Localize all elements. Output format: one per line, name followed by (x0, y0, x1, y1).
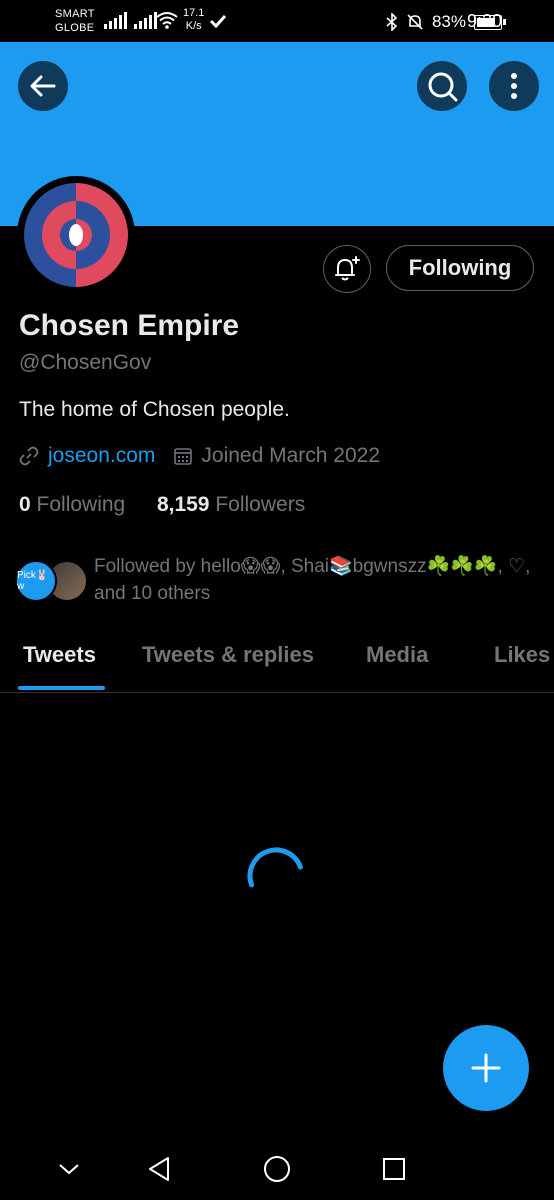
chevron-down-icon (59, 1164, 79, 1175)
profile-name: Chosen Empire (19, 309, 240, 342)
avatar-emblem-icon (24, 183, 128, 287)
signal-icon (104, 11, 127, 29)
profile-meta: joseon.com Joined March 2022 (19, 444, 380, 468)
carrier-line2: GLOBE (55, 22, 95, 34)
notify-bell-button[interactable] (323, 245, 371, 293)
search-icon (428, 72, 458, 102)
carrier-line1: SMART (55, 8, 95, 20)
check-icon (209, 14, 227, 28)
back-arrow-icon (30, 75, 56, 97)
mutual-avatar: Pick🐰w (15, 560, 57, 602)
search-button[interactable] (417, 61, 467, 111)
link-icon (19, 446, 39, 466)
following-count-link[interactable]: 0 Following (19, 493, 125, 516)
battery-percent: 83% (431, 12, 466, 31)
bluetooth-icon (386, 13, 398, 31)
signal-icon (134, 11, 157, 29)
tab-media[interactable]: Media (366, 642, 428, 668)
bell-plus-icon (335, 256, 360, 281)
triangle-back-icon (149, 1157, 169, 1181)
back-button[interactable] (18, 61, 68, 111)
network-speed: 17.1 K/s (183, 7, 204, 33)
avatar[interactable] (17, 176, 135, 294)
following-label: Following (36, 493, 126, 516)
avatar-image (24, 183, 128, 287)
nav-hide-button[interactable] (52, 1152, 86, 1186)
followed-by-text[interactable]: Followed by hello😱😱, Shai📚bgwnszz☘️☘️☘️,… (94, 553, 544, 607)
followers-count: 8,159 (156, 493, 210, 516)
profile-handle: @ChosenGov (19, 351, 152, 374)
profile-bio: The home of Chosen people. (19, 398, 290, 421)
clock: 9:20 (467, 11, 503, 31)
square-recents-icon (383, 1158, 405, 1180)
loading-spinner-icon (247, 847, 303, 888)
calendar-icon (174, 448, 193, 465)
tab-tweets-replies[interactable]: Tweets & replies (142, 642, 314, 668)
more-vertical-icon (511, 73, 517, 99)
tab-likes[interactable]: Likes (494, 642, 550, 668)
more-button[interactable] (489, 61, 539, 111)
nav-back-button[interactable] (142, 1152, 176, 1186)
status-bar: SMART GLOBE 17.1 K/s 83% 9:20 (0, 0, 554, 42)
speed-value: 17.1 (183, 7, 205, 19)
follow-counts: 0 Following 8,159 Followers (19, 493, 305, 517)
active-tab-indicator (18, 686, 105, 690)
following-button-label: Following (408, 255, 512, 280)
joined-date: Joined March 2022 (201, 444, 381, 467)
profile-tabs: Tweets Tweets & replies Media Likes (0, 636, 554, 693)
followers-label: Followers (215, 493, 306, 516)
circle-home-icon (264, 1156, 290, 1182)
followers-count-link[interactable]: 8,159 Followers (157, 493, 305, 516)
following-button[interactable]: Following (386, 245, 534, 291)
speed-unit: K/s (185, 20, 202, 32)
wifi-icon (156, 12, 178, 29)
plus-icon (471, 1053, 501, 1083)
nav-recents-button[interactable] (377, 1152, 411, 1186)
mutual-avatar-text: Pick🐰w (17, 570, 49, 592)
carrier-label: SMART GLOBE (55, 7, 95, 35)
bell-off-icon (407, 14, 423, 30)
website-link[interactable]: joseon.com (48, 444, 155, 468)
compose-tweet-button[interactable] (443, 1025, 529, 1111)
nav-home-button[interactable] (260, 1152, 294, 1186)
tab-tweets[interactable]: Tweets (23, 642, 96, 668)
following-count: 0 (19, 493, 31, 516)
